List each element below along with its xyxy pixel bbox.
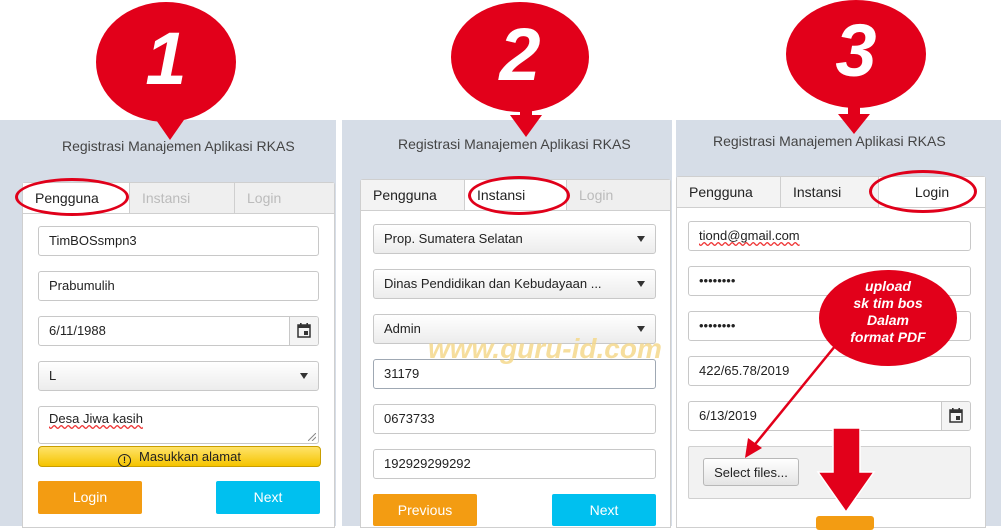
address-textarea[interactable]: Desa Jiwa kasih (38, 406, 319, 444)
chevron-down-icon (300, 373, 308, 379)
next-button[interactable]: Next (552, 494, 656, 526)
upload-note: upload sk tim bos Dalam format PDF (819, 278, 957, 346)
agency-select[interactable]: Dinas Pendidikan dan Kebudayaan ... (373, 269, 656, 299)
sk-number-field[interactable]: 422/65.78/2019 (688, 356, 971, 386)
city-field[interactable]: Prabumulih (38, 271, 319, 301)
address-value: Desa Jiwa kasih (49, 411, 143, 426)
calendar-icon[interactable] (289, 317, 318, 345)
birthdate-value: 6/11/1988 (49, 323, 106, 338)
chevron-down-icon (637, 236, 645, 242)
login-button[interactable]: Login (38, 481, 142, 514)
upload-note-line: Dalam (866, 312, 910, 328)
validation-tooltip: ! Masukkan alamat (38, 446, 321, 467)
username-field[interactable]: TimBOSsmpn3 (38, 226, 319, 256)
gender-value: L (49, 368, 57, 383)
province-select[interactable]: Prop. Sumatera Selatan (373, 224, 656, 254)
watermark-text: www.guru-id.com (428, 333, 662, 364)
highlight-oval-instansi (468, 176, 570, 215)
highlight-oval-login (869, 170, 977, 213)
next-button[interactable]: Next (216, 481, 320, 514)
validation-message: Masukkan alamat (139, 449, 241, 464)
agency-value: Dinas Pendidikan dan Kebudayaan ... (384, 276, 602, 291)
select-files-button[interactable]: Select files... (703, 458, 799, 486)
tab-login[interactable]: Login (567, 180, 670, 211)
upload-note-line: format PDF (850, 329, 926, 345)
code-field-2[interactable]: 0673733 (373, 404, 656, 434)
sk-date-field[interactable]: 6/13/2019 (688, 401, 971, 431)
tab-instansi[interactable]: Instansi (130, 183, 235, 214)
step-number-1: 1 (145, 17, 187, 100)
submit-button[interactable] (816, 516, 874, 530)
tab-instansi[interactable]: Instansi (781, 177, 879, 208)
tab-login[interactable]: Login (235, 183, 334, 214)
previous-button[interactable]: Previous (373, 494, 477, 526)
gender-select[interactable]: L (38, 361, 319, 391)
upload-note-line: sk tim bos (853, 295, 923, 311)
upload-note-line: upload (865, 278, 911, 294)
chevron-down-icon (637, 326, 645, 332)
tab-pengguna[interactable]: Pengguna (361, 180, 465, 211)
tab-pengguna[interactable]: Pengguna (677, 177, 781, 208)
email-field[interactable]: tiond@gmail.com (688, 221, 971, 251)
birthdate-field[interactable]: 6/11/1988 (38, 316, 319, 346)
page-title: Registrasi Manajemen Aplikasi RKAS (62, 138, 295, 154)
step-number-2: 2 (499, 13, 541, 96)
province-value: Prop. Sumatera Selatan (384, 231, 523, 246)
role-value: Admin (384, 321, 421, 336)
step-number-3: 3 (835, 9, 877, 92)
code-field-3[interactable]: 192929299292 (373, 449, 656, 479)
warning-icon: ! (118, 454, 132, 467)
resize-handle-icon (308, 433, 316, 441)
sk-date-value: 6/13/2019 (699, 408, 757, 423)
page-title: Registrasi Manajemen Aplikasi RKAS (713, 133, 946, 149)
email-value: tiond@gmail.com (699, 228, 800, 243)
highlight-oval-pengguna (15, 178, 129, 216)
page-title: Registrasi Manajemen Aplikasi RKAS (398, 136, 631, 152)
chevron-down-icon (637, 281, 645, 287)
calendar-icon[interactable] (941, 402, 970, 430)
